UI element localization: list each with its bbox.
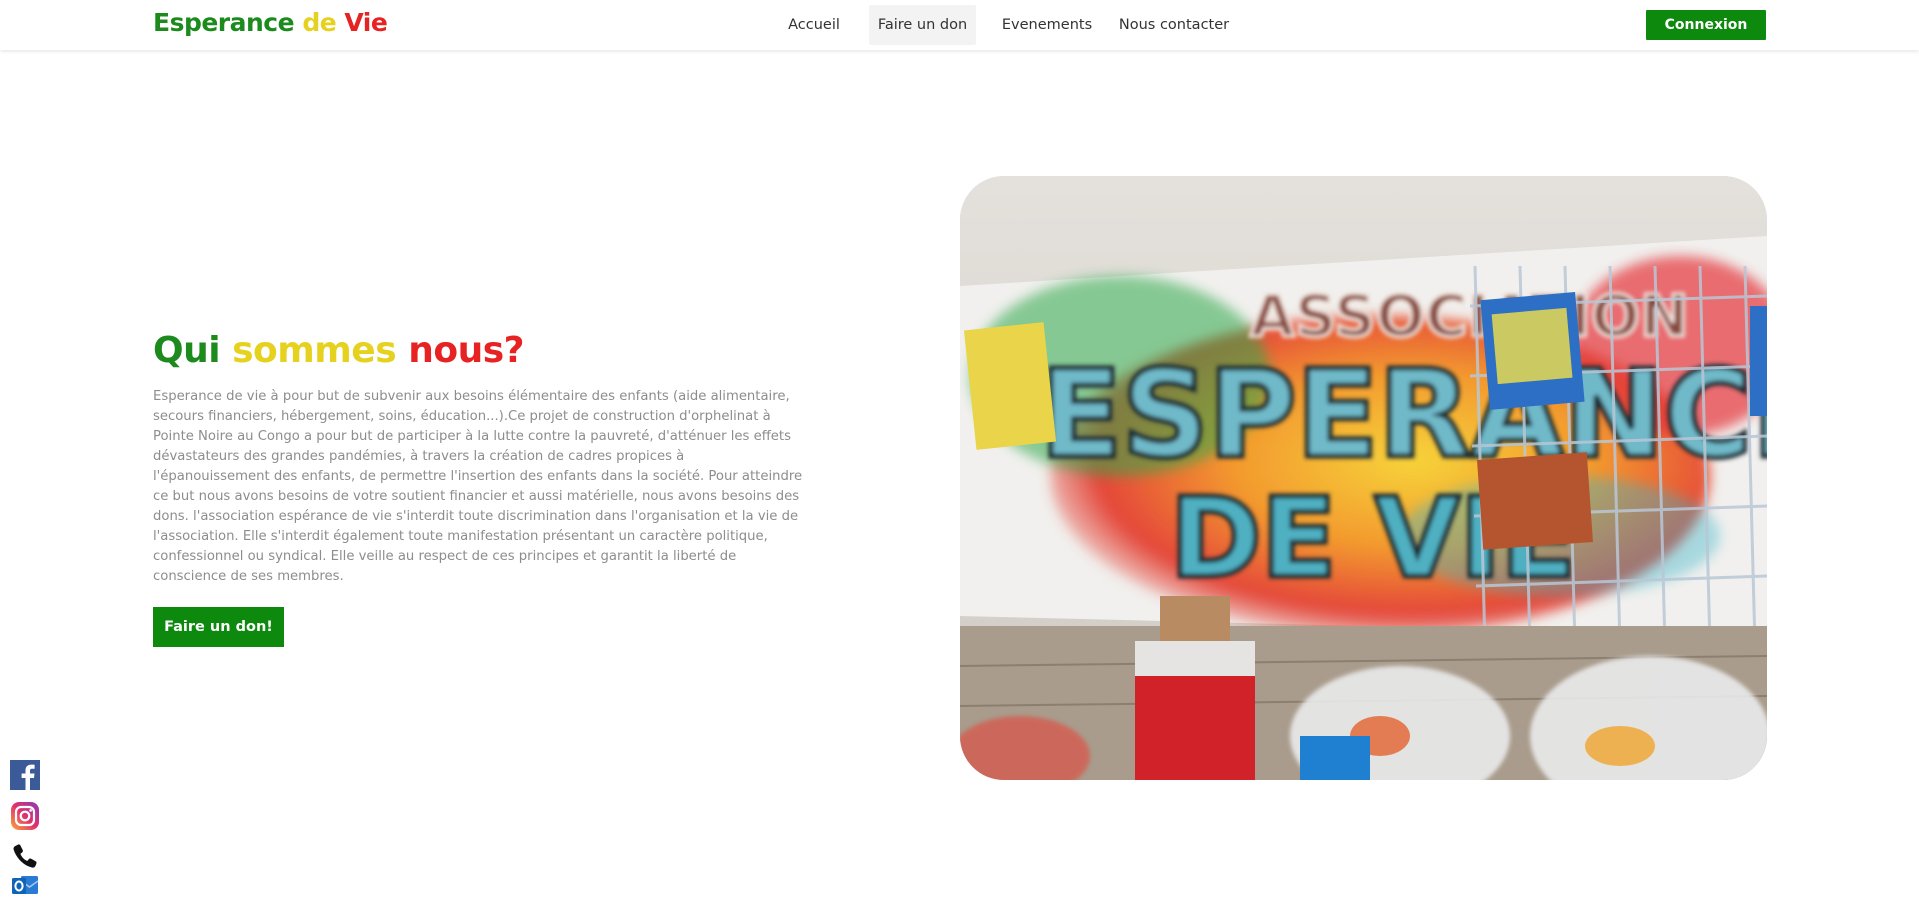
logo-word-1: Esperance [153,8,295,37]
graffiti-banner-illustration: ASSOCIATION ESPERANCE DE VIE [960,176,1767,780]
logo-word-3: Vie [344,8,388,37]
login-button[interactable]: Connexion [1646,10,1766,40]
about-description: Esperance de vie à pour but de subvenir … [153,389,803,584]
nav-item-evenements[interactable]: Evenements [995,5,1099,45]
section-title: Qui sommes nous? [153,326,525,376]
title-word-2: sommes [232,330,397,371]
logo-word-2: de [302,8,337,37]
banner-text-association: ASSOCIATION [1250,282,1689,350]
nav-item-accueil[interactable]: Accueil [779,5,849,45]
nav-item-faire-un-don[interactable]: Faire un don [869,5,976,45]
donate-button[interactable]: Faire un don! [153,607,284,647]
site-logo[interactable]: Esperance de Vie [153,8,388,37]
hero-photo: ASSOCIATION ESPERANCE DE VIE [960,176,1767,780]
nav-item-nous-contacter[interactable]: Nous contacter [1114,5,1234,45]
title-word-3: nous? [408,330,525,371]
facebook-icon[interactable] [10,760,40,790]
instagram-icon[interactable] [10,801,40,831]
outlook-icon[interactable] [10,873,40,899]
phone-icon[interactable] [10,841,40,871]
site-header: Esperance de Vie Accueil Faire un don Ev… [0,0,1919,50]
title-word-1: Qui [153,330,221,371]
